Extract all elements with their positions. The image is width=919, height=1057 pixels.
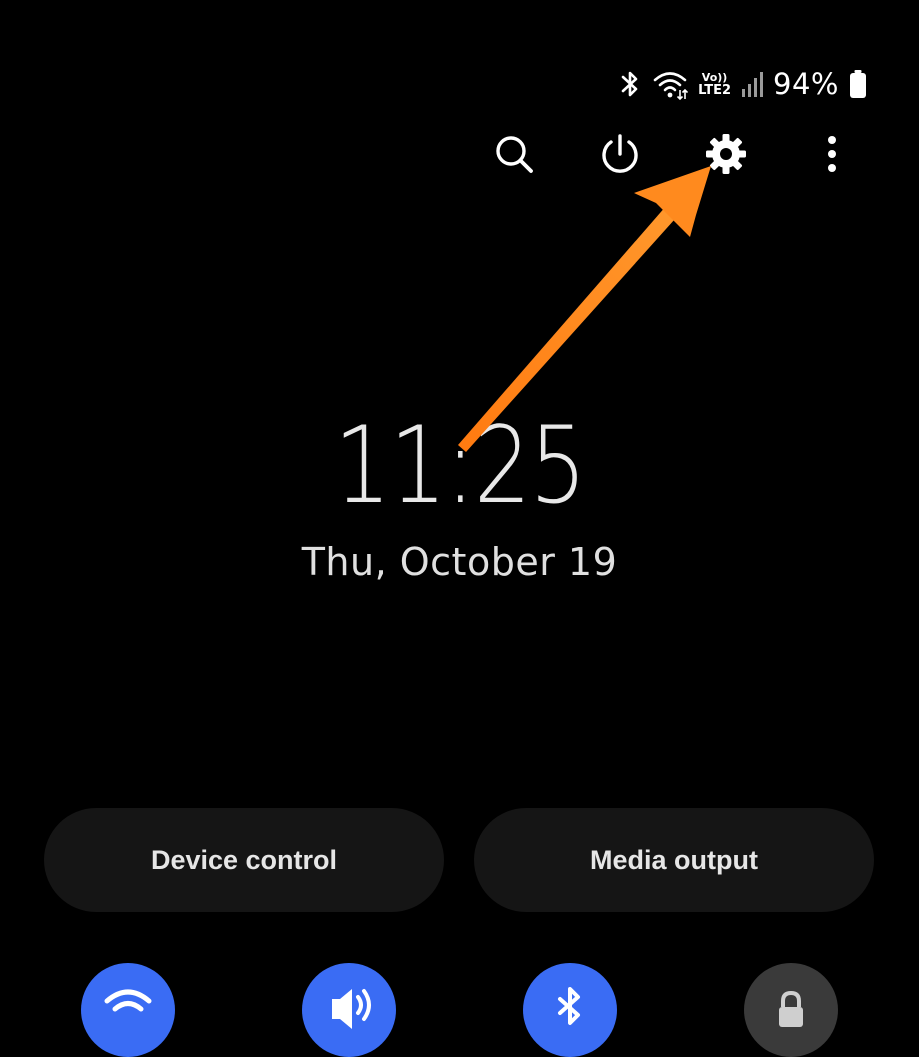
lock-icon (779, 990, 803, 1027)
battery-icon (849, 69, 867, 99)
quick-tile-sound[interactable] (302, 963, 396, 1057)
device-control-button[interactable]: Device control (44, 808, 444, 912)
status-bar: Vo)) LTE2 94% (618, 62, 867, 106)
quick-tile-rotation-lock[interactable] (744, 963, 838, 1057)
clock-time: 11:25 (333, 404, 587, 527)
gear-icon (706, 134, 746, 174)
power-button[interactable] (590, 124, 650, 184)
more-options-button[interactable] (802, 124, 862, 184)
media-output-button[interactable]: Media output (474, 808, 874, 912)
search-icon (496, 136, 533, 173)
battery-percent: 94% (773, 67, 839, 101)
signal-icon (741, 70, 764, 98)
bluetooth-icon (558, 987, 580, 1025)
more-vert-icon (828, 136, 836, 172)
clock-date: Thu, October 19 (301, 540, 618, 584)
bluetooth-icon (618, 68, 642, 100)
panel-toolbar (468, 124, 888, 184)
settings-button[interactable] (696, 124, 756, 184)
device-control-label: Device control (150, 844, 338, 875)
wifi-icon (104, 989, 152, 1012)
media-output-label: Media output (590, 844, 758, 875)
quick-tile-wifi[interactable] (81, 963, 175, 1057)
search-button[interactable] (484, 124, 544, 184)
lte-label: LTE2 (698, 82, 732, 98)
power-icon (602, 134, 638, 173)
wifi-icon (652, 68, 689, 100)
quick-tile-bluetooth[interactable] (523, 963, 617, 1057)
volte-lte-icon: Vo)) LTE2 (698, 72, 731, 97)
volte-label: Vo)) (701, 70, 728, 84)
volume-icon (332, 989, 371, 1029)
